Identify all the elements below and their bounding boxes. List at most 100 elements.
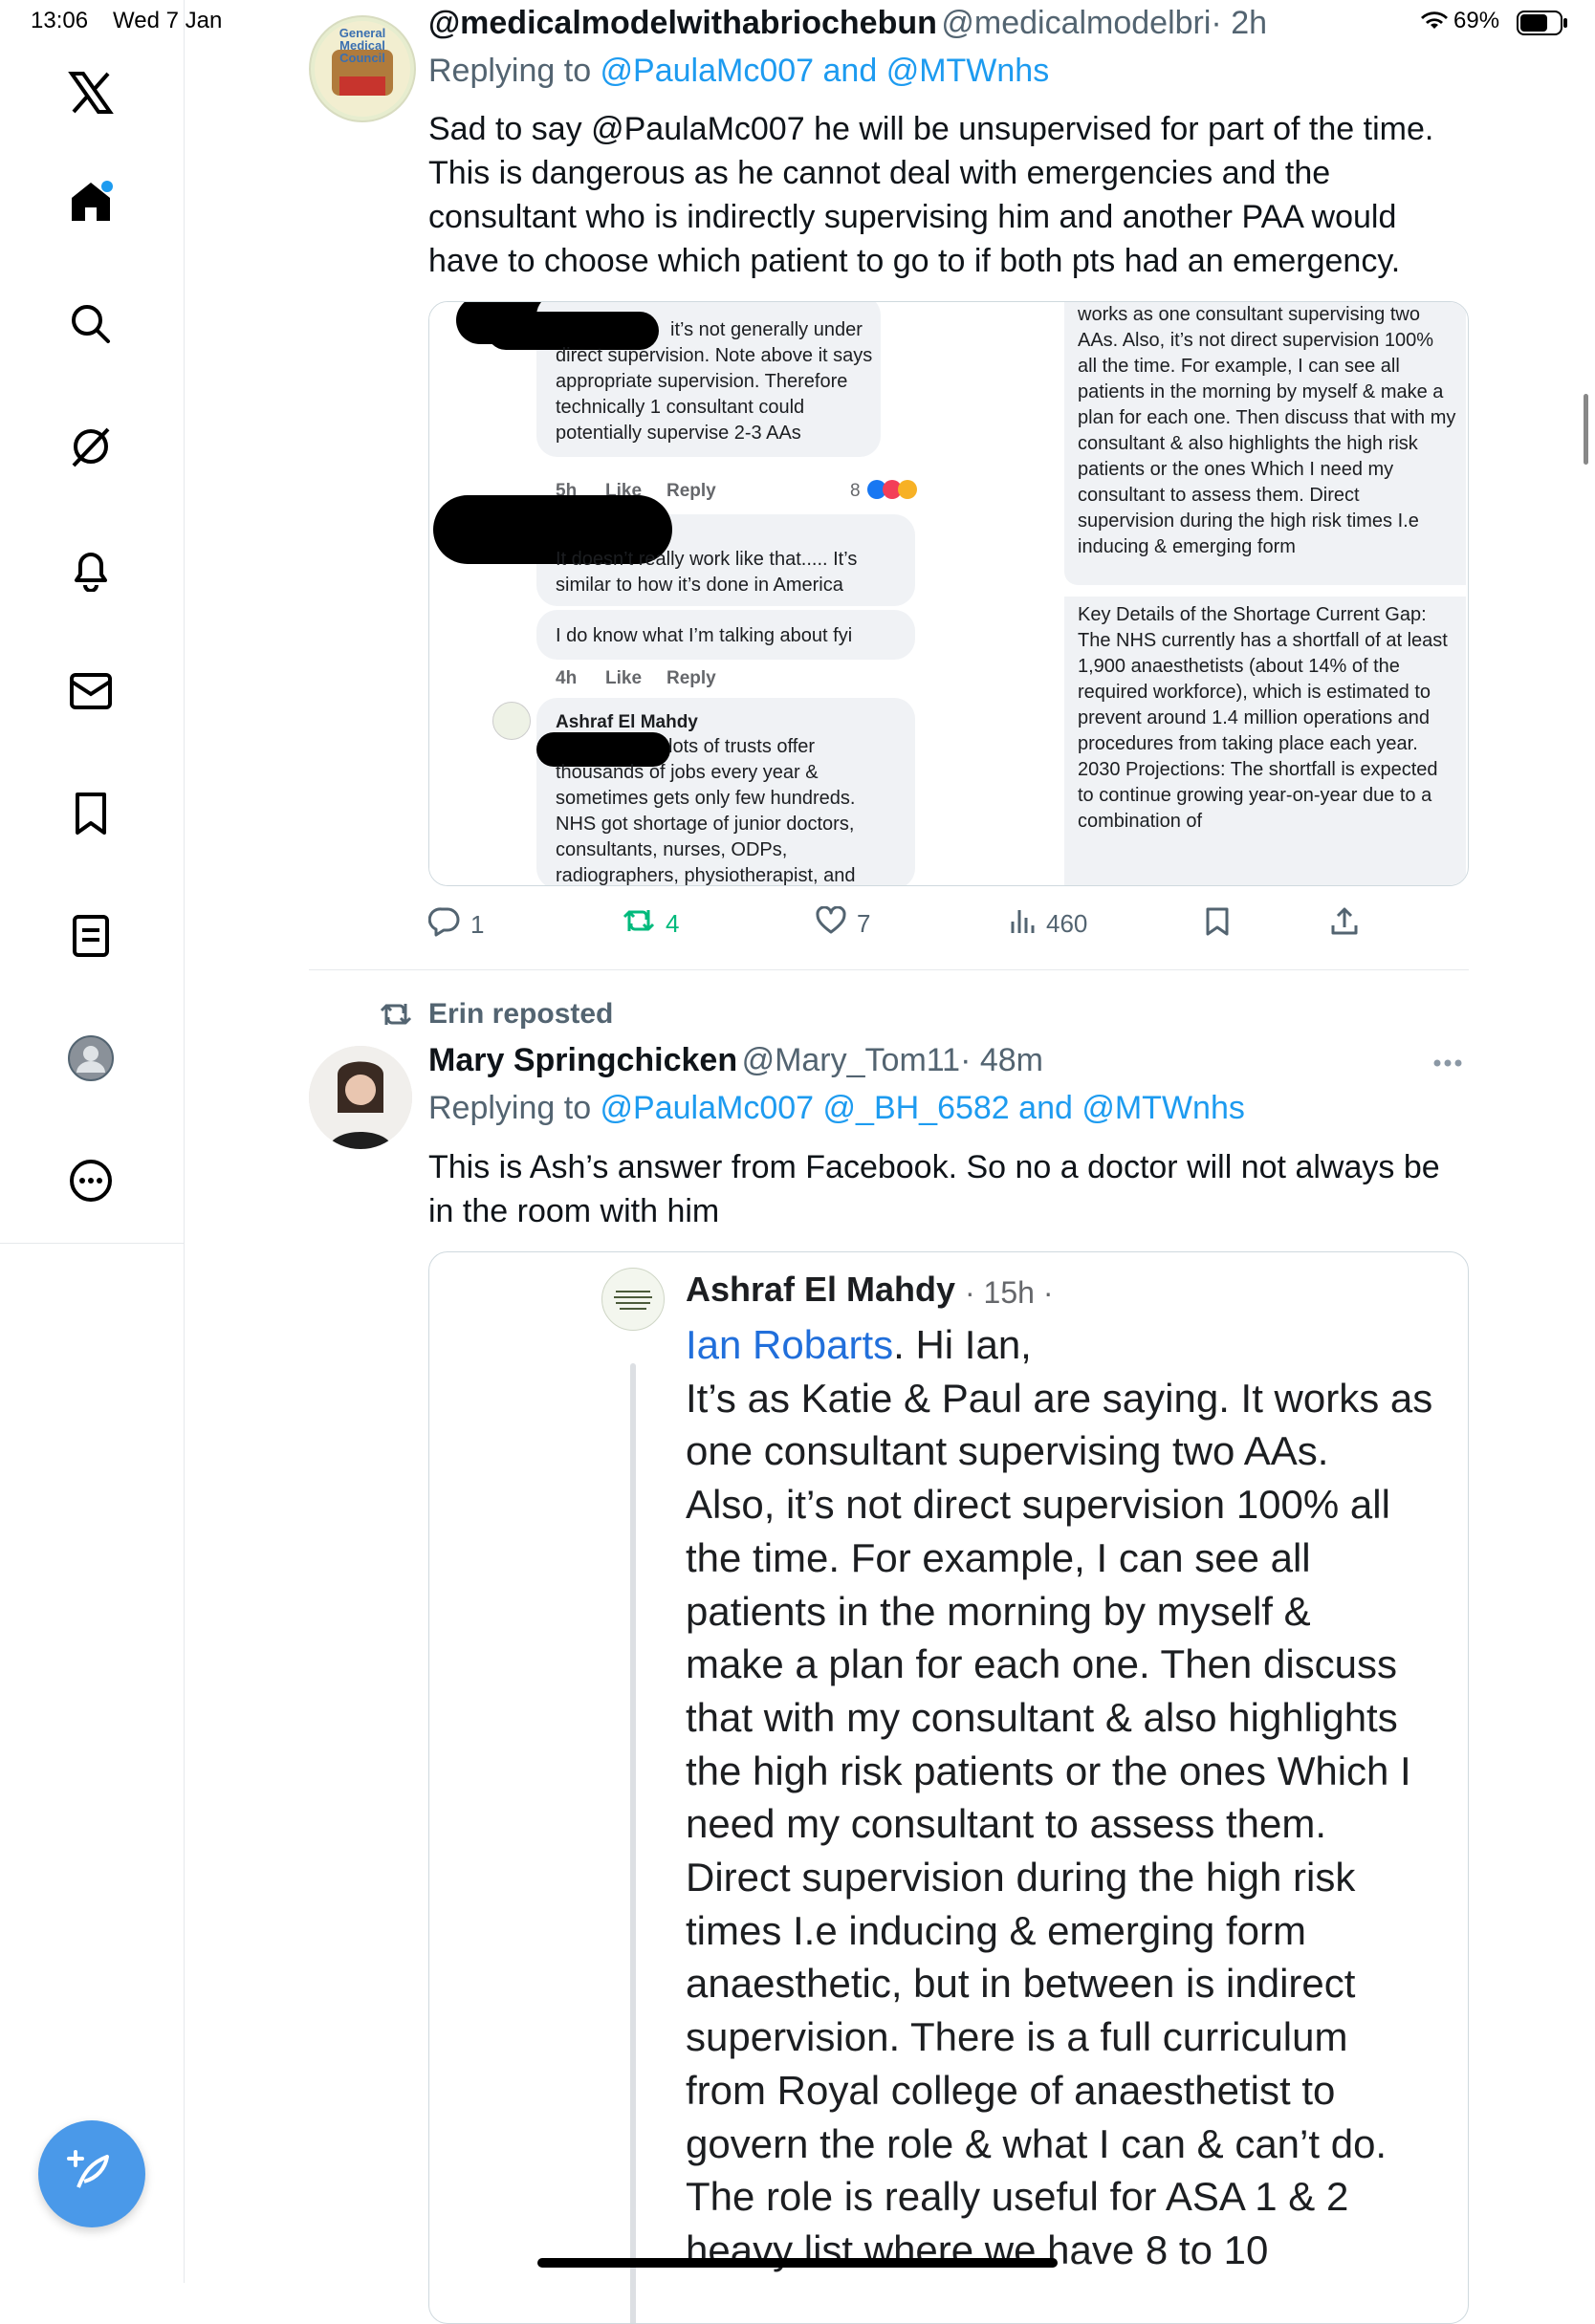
fb-line: need my consultant to assess them. (686, 1801, 1327, 1847)
fb-bubble-text: I do know what I’m talking about fyi (556, 625, 853, 646)
views-icon (1010, 906, 1037, 942)
reply-button[interactable]: 1 (427, 906, 485, 944)
fb-post-text: Ian Robarts. Hi Ian, It’s as Katie & Pau… (686, 1318, 1451, 2277)
fb-line: supervision. There is a full curriculum (686, 2014, 1348, 2060)
fb-author: Ashraf El Mahdy (556, 712, 698, 732)
x-logo-icon[interactable] (57, 59, 124, 126)
tweet1-author-name[interactable]: @medicalmodelwithabriochebun (428, 5, 937, 41)
media-right-top-text: works as one consultant supervising two … (1078, 304, 1456, 557)
tweet2-time[interactable]: · 48m (960, 1042, 1043, 1078)
tweet1-handle[interactable]: @medicalmodelbri (941, 5, 1211, 41)
fb-meta-time: 4h (556, 668, 578, 688)
reply-icon (427, 906, 461, 944)
fb-meta-reply: Reply (666, 481, 716, 501)
fb-line: Direct supervision during the high risk (686, 1855, 1356, 1900)
views-button[interactable]: 460 (1010, 906, 1087, 942)
repost-icon (622, 906, 656, 942)
fb-avatar (601, 1268, 665, 1331)
reply-count: 1 (470, 910, 485, 939)
fb-line: It’s as Katie & Paul are saying. It work… (686, 1375, 1433, 1421)
fb-line: the time. For example, I can see all (686, 1534, 1311, 1580)
tweet1-replying-to: Replying to @PaulaMc007 and @MTWnhs (428, 53, 1049, 90)
replying-prefix: Replying to (428, 53, 601, 89)
bell-icon[interactable] (57, 535, 124, 602)
tweet2-replying-to: Replying to @PaulaMc007 @_BH_6582 and @M… (428, 1090, 1245, 1127)
tweet1-text: Sad to say @PaulaMc007 he will be unsupe… (428, 111, 1434, 279)
fb-line: from Royal college of anaesthetist to (686, 2067, 1336, 2113)
mail-icon[interactable] (57, 658, 124, 725)
tweet1-time[interactable]: · 2h (1211, 5, 1267, 41)
scroll-indicator[interactable] (1584, 394, 1588, 465)
like-count: 7 (857, 909, 871, 938)
tweet1-header: @medicalmodelwithabriochebun @medicalmod… (428, 5, 1267, 42)
bookmark-icon[interactable] (57, 780, 124, 847)
compose-button[interactable] (38, 2120, 145, 2227)
fb-author: Ashraf El Mahdy (686, 1270, 956, 1309)
fb-line: . Hi Ian, (893, 1322, 1032, 1367)
fb-line: The role is really useful for ASA 1 & 2 (686, 2174, 1349, 2220)
fb-first-line: Ian Robarts. Hi Ian, (686, 1318, 1451, 1372)
tweet2-author-name[interactable]: Mary Springchicken (428, 1042, 737, 1078)
fb-meta-reply: Reply (666, 668, 716, 688)
fb-line: the high risk patients or the ones Which… (686, 1748, 1411, 1793)
tweet2-header: Mary Springchicken @Mary_Tom11· 48m (428, 1042, 1043, 1079)
fb-reaction-count: 8 (850, 481, 861, 501)
tweet1-media[interactable]: it’s not generally under direct supervis… (428, 301, 1469, 886)
tweet2-replying-mentions[interactable]: @PaulaMc007 @_BH_6582 and @MTWnhs (601, 1090, 1245, 1126)
search-icon[interactable] (57, 291, 124, 358)
fb-bubble-text: it’s not generally under direct supervis… (556, 319, 873, 444)
fb-bubble-text: It doesn’t really work like that..... It… (556, 549, 858, 596)
sidebar-divider (0, 1243, 184, 1244)
tweet2-avatar[interactable] (309, 1046, 412, 1149)
profile-icon[interactable] (57, 1025, 124, 1092)
more-options-icon[interactable] (1432, 1055, 1463, 1073)
repost-context-icon (379, 1000, 413, 1033)
replying-prefix: Replying to (428, 1090, 601, 1126)
home-icon[interactable] (57, 167, 124, 234)
tweet2-handle[interactable]: @Mary_Tom11 (742, 1042, 961, 1078)
thread-line (630, 1363, 636, 2323)
battery-icon (1517, 11, 1568, 40)
sidebar (0, 0, 185, 2283)
heart-icon (815, 905, 847, 942)
share-button[interactable] (1329, 906, 1360, 944)
tweet-divider (309, 969, 1469, 970)
reposted-by[interactable]: Erin reposted (428, 998, 613, 1031)
repost-button[interactable]: 4 (622, 906, 679, 942)
fb-line: anaesthetic, but in between is indirect (686, 1961, 1356, 2007)
fb-line: govern the role & what I can & can’t do. (686, 2120, 1387, 2166)
like-button[interactable]: 7 (815, 905, 871, 942)
media-left-image: it’s not generally under direct supervis… (429, 302, 950, 885)
fb-line: times I.e inducing & emerging form (686, 1907, 1306, 1953)
avatar-label: General Medical Council (339, 26, 386, 65)
fb-mention: Ian Robarts (686, 1322, 894, 1367)
repost-count: 4 (666, 909, 680, 938)
list-icon[interactable] (57, 902, 124, 969)
views-count: 460 (1046, 909, 1088, 938)
more-icon[interactable] (57, 1147, 124, 1214)
tweet2-text: This is Ash’s answer from Facebook. So n… (428, 1149, 1440, 1229)
media-right-image: works as one consultant supervising two … (1064, 302, 1466, 885)
fb-reaction-icons (865, 478, 921, 509)
fb-line: patients in the morning by myself & (686, 1588, 1311, 1634)
fb-line: that with my consultant & also highlight… (686, 1694, 1398, 1740)
fb-meta-like: Like (605, 668, 643, 688)
home-indicator[interactable] (537, 2258, 1058, 2268)
tweet1-avatar[interactable]: General Medical Council (309, 15, 416, 122)
share-icon (1329, 906, 1360, 944)
bookmark-button[interactable] (1205, 906, 1230, 944)
compose-icon (65, 2145, 119, 2204)
fb-bubble-text: lots of trusts offer thousands of jobs e… (556, 736, 856, 886)
fb-line: make a plan for each one. Then discuss (686, 1641, 1398, 1687)
bookmark-icon (1205, 906, 1230, 944)
battery-percent: 69% (1453, 8, 1500, 33)
fb-line: Also, it’s not direct supervision 100% a… (686, 1482, 1390, 1528)
wifi-icon (1419, 10, 1450, 37)
tweet1-replying-mentions[interactable]: @PaulaMc007 and @MTWnhs (601, 53, 1050, 89)
fb-line: one consultant supervising two AAs. (686, 1428, 1329, 1474)
tweet2-media[interactable]: Ashraf El Mahdy · 15h · Ian Robarts. Hi … (428, 1251, 1469, 2324)
fb-avatar (492, 702, 531, 740)
grok-icon[interactable] (57, 413, 124, 480)
fb-line: heavy list where we have 8 to 10 (686, 2226, 1269, 2272)
fb-time: · 15h · (965, 1275, 1054, 1310)
